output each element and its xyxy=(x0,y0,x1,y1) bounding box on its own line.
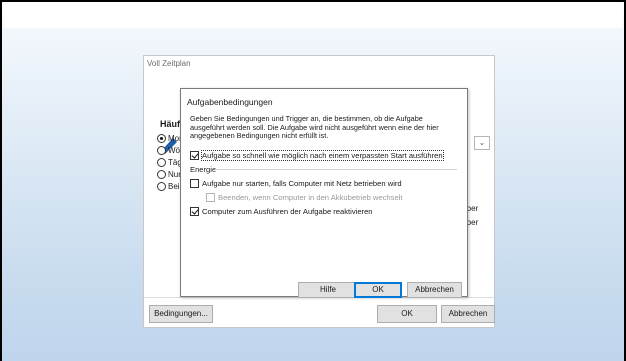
energy-group-divider xyxy=(215,169,457,170)
radio-button[interactable] xyxy=(157,182,166,191)
dialog-description: Geben Sie Bedingungen und Trigger an, di… xyxy=(190,114,439,141)
checkbox[interactable] xyxy=(190,179,199,188)
checkbox-label: Beenden, wenn Computer in den Akkubetrie… xyxy=(218,193,403,202)
ac-power-option[interactable]: Aufgabe nur starten, falls Computer mit … xyxy=(190,179,402,188)
checkbox[interactable] xyxy=(206,193,215,202)
checkbox-label: Aufgabe nur starten, falls Computer mit … xyxy=(202,179,402,188)
energy-group-label: Energie xyxy=(190,165,217,174)
battery-stop-option[interactable]: Beenden, wenn Computer in den Akkubetrie… xyxy=(206,193,402,202)
ok-button[interactable]: OK xyxy=(377,305,437,323)
radio-button[interactable] xyxy=(157,170,166,179)
missed-start-option[interactable]: Aufgabe so schnell wie möglich nach eine… xyxy=(190,150,444,161)
schedule-window-title: Voll Zeitplan xyxy=(147,59,191,68)
ok-button[interactable]: OK xyxy=(354,282,402,298)
checkbox-label: Computer zum Ausführen der Aufgabe reakt… xyxy=(202,207,373,216)
wake-computer-option[interactable]: Computer zum Ausführen der Aufgabe reakt… xyxy=(190,207,373,216)
checkbox[interactable] xyxy=(190,151,199,160)
radio-label: Nur xyxy=(168,170,181,179)
cancel-button[interactable]: Abbrechen xyxy=(441,305,495,323)
radio-button[interactable] xyxy=(157,146,166,155)
dialog-title: Aufgabenbedingungen xyxy=(187,97,273,107)
checkbox-label: Aufgabe so schnell wie möglich nach eine… xyxy=(201,150,444,161)
task-conditions-dialog: Aufgabenbedingungen Geben Sie Bedingunge… xyxy=(180,88,468,298)
cancel-button[interactable]: Abbrechen xyxy=(407,282,462,298)
top-band xyxy=(4,2,622,28)
radio-row-logon[interactable]: Beir xyxy=(157,182,182,191)
radio-row-monthly[interactable]: Mor xyxy=(157,134,182,143)
combo-dropdown-arrow[interactable]: ⌄ xyxy=(474,136,490,150)
help-button[interactable]: Hilfe xyxy=(298,282,358,298)
radio-row-once[interactable]: Nur xyxy=(157,170,181,179)
conditions-button[interactable]: Bedingungen... xyxy=(149,305,213,323)
radio-row-daily[interactable]: Täg xyxy=(157,158,182,167)
radio-button[interactable] xyxy=(157,158,166,167)
checkbox[interactable] xyxy=(190,207,199,216)
radio-button[interactable] xyxy=(157,134,166,143)
